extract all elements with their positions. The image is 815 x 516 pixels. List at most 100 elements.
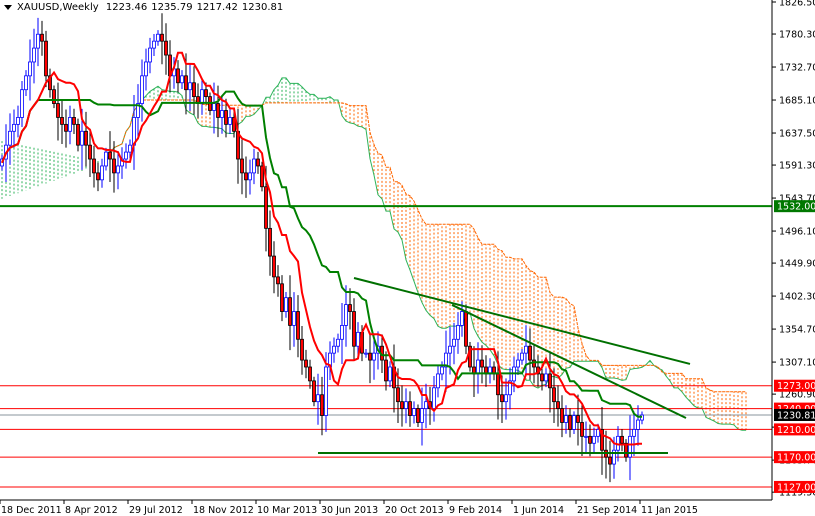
candle-body	[64, 123, 68, 132]
candle-body	[588, 435, 592, 444]
candle-body	[452, 338, 456, 347]
candle-body	[584, 435, 588, 438]
candle-body	[180, 75, 184, 84]
candle-body	[56, 103, 60, 118]
candle-body	[152, 40, 156, 49]
candle-body	[592, 435, 596, 444]
candle-body	[324, 366, 328, 416]
candle-body	[124, 151, 128, 160]
candle-body	[160, 33, 164, 42]
candle-body	[620, 435, 624, 444]
candle-body	[28, 61, 32, 77]
candle-body	[456, 325, 460, 340]
candle-body	[104, 151, 108, 167]
candle-body	[88, 144, 92, 160]
candle-body	[356, 331, 360, 347]
candle-body	[224, 110, 228, 125]
candle-body	[384, 359, 388, 382]
candle-body	[44, 40, 48, 77]
candle-body	[256, 158, 260, 167]
level-label: 1273.00	[777, 381, 815, 392]
candle-body	[424, 401, 428, 410]
candle-body	[92, 158, 96, 174]
candle-body	[572, 415, 576, 430]
candle-body	[344, 304, 348, 326]
candle-body	[552, 387, 556, 403]
level-label: 1210.00	[777, 425, 815, 436]
price-tick-label: 1402.30	[779, 292, 815, 303]
candle-body	[16, 117, 20, 125]
candle-body	[312, 380, 316, 403]
candle-body	[576, 415, 580, 423]
candle-body	[288, 297, 292, 326]
price-tick-label: 1307.10	[779, 358, 815, 369]
candle-body	[80, 130, 84, 146]
candle-body	[188, 82, 192, 91]
symbol-label: XAUUSD,Weekly	[17, 2, 99, 13]
candle-body	[628, 435, 632, 458]
candle-body	[496, 373, 500, 396]
level-label: 1532.00	[777, 202, 815, 213]
candle-body	[268, 227, 272, 257]
candle-body	[252, 158, 256, 174]
candle-body	[340, 325, 344, 340]
price-tick-label: 1354.70	[779, 325, 815, 336]
candle-body	[228, 117, 232, 125]
time-tick-label: 30 Jun 2013	[321, 505, 378, 516]
candle-body	[304, 359, 308, 368]
candle-body	[568, 415, 572, 430]
candle-body	[420, 408, 424, 423]
close-value: 1230.81	[241, 2, 284, 13]
axes: 1826.50 1780.30 1732.70 1685.10 1637.50 1591.…	[0, 0, 815, 516]
candle-body	[540, 373, 544, 382]
price-tick-label: 1637.50	[779, 129, 815, 140]
candle-body	[316, 394, 320, 403]
low-value: 1217.42	[196, 2, 238, 13]
candle-body	[156, 33, 160, 42]
candle-body	[240, 158, 244, 174]
candle-body	[580, 422, 584, 437]
candle-body	[72, 117, 76, 125]
candle-body	[476, 359, 480, 375]
candle-body	[528, 345, 532, 361]
candle-body	[400, 401, 404, 410]
price-tick-label: 1685.10	[779, 96, 815, 107]
candle-body	[404, 401, 408, 410]
candle-body	[332, 345, 336, 354]
candle-body	[544, 373, 548, 382]
candle-body	[264, 186, 268, 229]
candle-body	[84, 130, 88, 146]
candle-body	[460, 311, 464, 326]
candle-body	[408, 401, 412, 416]
candle-body	[12, 123, 16, 132]
price-tick-label: 1780.30	[779, 30, 815, 41]
candle-body	[556, 401, 560, 410]
candle-body	[212, 103, 216, 111]
candle-body	[244, 172, 248, 181]
time-tick-label: 20 Oct 2013	[385, 505, 444, 516]
candle-body	[372, 352, 376, 361]
level-label: 1127.00	[777, 482, 815, 493]
price-chart[interactable]: 1826.50 1780.30 1732.70 1685.10 1637.50 1591.…	[0, 0, 815, 516]
candle-body	[96, 172, 100, 181]
candle-body	[192, 82, 196, 98]
price-tick-label: 1496.10	[779, 227, 815, 238]
candle-body	[548, 373, 552, 389]
dropdown-arrow-icon[interactable]	[4, 4, 12, 10]
open-value: 1223.46	[105, 2, 148, 13]
price-tick-label: 1826.50	[779, 0, 815, 9]
candle-body	[52, 89, 56, 104]
candle-body	[112, 158, 116, 174]
candle-body	[348, 304, 352, 312]
current-price-label: 1230.81	[777, 410, 815, 421]
candle-body	[176, 68, 180, 84]
time-tick-label: 18 Nov 2012	[193, 505, 254, 516]
candle-body	[100, 165, 104, 181]
candle-body	[564, 415, 568, 423]
candle-body	[204, 89, 208, 98]
candle-body	[412, 408, 416, 416]
candle-body	[164, 40, 168, 56]
candle-body	[40, 33, 44, 42]
candle-body	[128, 144, 132, 153]
candle-body	[388, 366, 392, 382]
